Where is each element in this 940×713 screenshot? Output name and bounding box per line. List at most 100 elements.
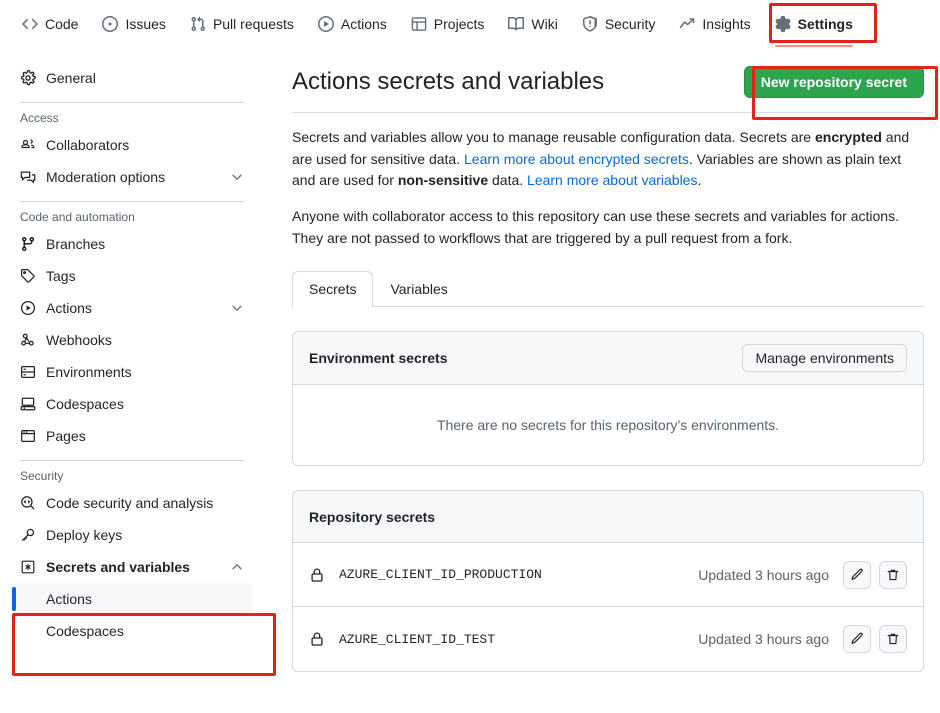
delete-secret-button[interactable] xyxy=(879,625,907,654)
sidebar-item-actions[interactable]: Actions xyxy=(12,292,252,324)
nav-tab-label: Code xyxy=(45,16,79,32)
nav-tab-pull-requests[interactable]: Pull requests xyxy=(182,10,302,38)
sidebar-subitem-actions[interactable]: Actions xyxy=(12,583,252,615)
active-tab-indicator xyxy=(774,45,853,47)
nav-tab-issues[interactable]: Issues xyxy=(94,10,173,38)
secrets-variables-tablist: Secrets Variables xyxy=(292,271,924,308)
table-row: AZURE_CLIENT_ID_TEST Updated 3 hours ago xyxy=(293,607,923,671)
shield-icon xyxy=(582,16,598,32)
nav-tab-label: Projects xyxy=(433,16,485,32)
nav-tab-settings[interactable]: Settings xyxy=(767,10,861,47)
sidebar-item-label: Actions xyxy=(46,300,92,316)
link-learn-more-about-variables[interactable]: Learn more about variables xyxy=(527,172,697,188)
sidebar-subitem-codespaces[interactable]: Codespaces xyxy=(12,615,252,647)
row-actions xyxy=(843,625,907,654)
nav-tab-actions[interactable]: Actions xyxy=(310,10,395,38)
sidebar-item-code-security-and-analysis[interactable]: Code security and analysis xyxy=(12,487,252,519)
manage-environments-button[interactable]: Manage environments xyxy=(742,344,907,373)
page-title: Actions secrets and variables xyxy=(292,68,605,95)
nav-tab-insights[interactable]: Insights xyxy=(671,10,758,38)
nav-tab-code[interactable]: Code xyxy=(14,10,86,38)
sidebar-divider xyxy=(20,460,244,461)
paragraph1-part1: Secrets and variables allow you to manag… xyxy=(292,129,815,145)
sidebar-item-branches[interactable]: Branches xyxy=(12,228,252,260)
nav-tab-security[interactable]: Security xyxy=(574,10,664,38)
edit-secret-button[interactable] xyxy=(843,560,871,589)
sidebar-item-pages[interactable]: Pages xyxy=(12,420,252,452)
description-paragraph-2: Anyone with collaborator access to this … xyxy=(292,208,899,246)
sidebar-item-collaborators[interactable]: Collaborators xyxy=(12,129,252,161)
sidebar-item-codespaces[interactable]: Codespaces xyxy=(12,388,252,420)
people-icon xyxy=(20,137,36,153)
header-divider xyxy=(292,112,924,113)
nav-tab-wiki[interactable]: Wiki xyxy=(500,10,565,38)
browser-icon xyxy=(20,428,36,444)
sidebar-item-label: Pages xyxy=(46,428,86,444)
gear-icon xyxy=(775,16,791,32)
environment-secrets-header: Environment secrets Manage environments xyxy=(293,332,923,386)
delete-secret-button[interactable] xyxy=(879,560,907,589)
nav-tab-projects[interactable]: Projects xyxy=(403,10,493,38)
sidebar-item-secrets-and-variables[interactable]: Secrets and variables xyxy=(12,551,252,583)
sidebar-item-label: Secrets and variables xyxy=(46,559,190,575)
nav-tab-label: Actions xyxy=(340,16,387,32)
sidebar-section-heading-access: Access xyxy=(20,111,59,125)
page-header: Actions secrets and variables New reposi… xyxy=(292,66,924,112)
selected-item-indicator xyxy=(12,587,16,611)
chevron-down-icon xyxy=(230,170,244,184)
paragraph1-part5: . xyxy=(697,172,702,189)
tab-secrets[interactable]: Secrets xyxy=(292,271,374,308)
sidebar-section-heading-security: Security xyxy=(20,469,64,483)
page-body: General Access Collaborators Moderation … xyxy=(0,48,940,713)
comment-discussion-icon xyxy=(20,169,36,185)
description-paragraph-1: Secrets and variables allow you to manag… xyxy=(292,127,924,192)
nav-tab-label: Security xyxy=(604,16,656,32)
sidebar-item-environments[interactable]: Environments xyxy=(12,356,252,388)
secret-name: AZURE_CLIENT_ID_PRODUCTION xyxy=(339,567,542,583)
sidebar-item-label: Code security and analysis xyxy=(46,495,214,511)
tab-variables[interactable]: Variables xyxy=(373,271,464,307)
secret-updated-time: Updated 3 hours ago xyxy=(698,566,829,583)
new-repository-secret-button[interactable]: New repository secret xyxy=(743,66,924,98)
nav-tab-label: Settings xyxy=(797,16,853,32)
repository-secrets-header: Repository secrets xyxy=(293,491,923,544)
play-icon xyxy=(20,300,36,316)
sidebar-item-label: Branches xyxy=(46,236,106,252)
sidebar-divider xyxy=(20,201,244,202)
settings-main-content: Actions secrets and variables New reposi… xyxy=(268,48,940,713)
issue-opened-icon xyxy=(102,16,119,32)
edit-secret-button[interactable] xyxy=(843,625,871,654)
paragraph1-part4: data. xyxy=(488,172,528,189)
sidebar-divider xyxy=(20,102,244,103)
table-icon xyxy=(411,16,427,32)
codespaces-icon xyxy=(20,396,36,412)
sidebar-item-general[interactable]: General xyxy=(12,62,252,94)
sidebar-item-tags[interactable]: Tags xyxy=(12,260,252,292)
lock-icon xyxy=(309,631,325,647)
sidebar-section-heading-code-and-automation: Code and automation xyxy=(20,210,135,224)
asterisk-key-icon xyxy=(20,559,36,575)
sidebar-item-label: Tags xyxy=(46,268,76,284)
sidebar-item-label: General xyxy=(46,70,96,86)
server-icon xyxy=(20,364,36,380)
sidebar-item-label: Deploy keys xyxy=(46,527,123,543)
codescan-icon xyxy=(20,495,36,511)
code-icon xyxy=(22,16,38,32)
sidebar-item-label: Moderation options xyxy=(46,169,166,185)
sidebar-item-deploy-keys[interactable]: Deploy keys xyxy=(12,519,252,551)
sidebar-item-moderation-options[interactable]: Moderation options xyxy=(12,161,252,193)
settings-sidebar: General Access Collaborators Moderation … xyxy=(0,48,268,713)
sidebar-item-webhooks[interactable]: Webhooks xyxy=(12,324,252,356)
link-learn-more-encrypted-secrets[interactable]: Learn more about encrypted secrets xyxy=(464,151,689,167)
paragraph1-bold-non-sensitive: non-sensitive xyxy=(397,172,489,189)
secret-name: AZURE_CLIENT_ID_TEST xyxy=(339,631,496,647)
key-icon xyxy=(20,527,36,543)
webhook-icon xyxy=(20,332,36,348)
nav-tab-label: Insights xyxy=(702,16,751,32)
nav-tab-label: Pull requests xyxy=(212,16,294,32)
nav-tab-label: Issues xyxy=(125,16,166,32)
row-actions xyxy=(843,560,907,589)
repository-nav: Code Issues Pull requests Actions Projec… xyxy=(0,0,940,48)
sidebar-item-label: Collaborators xyxy=(46,137,130,153)
tag-icon xyxy=(20,268,36,284)
